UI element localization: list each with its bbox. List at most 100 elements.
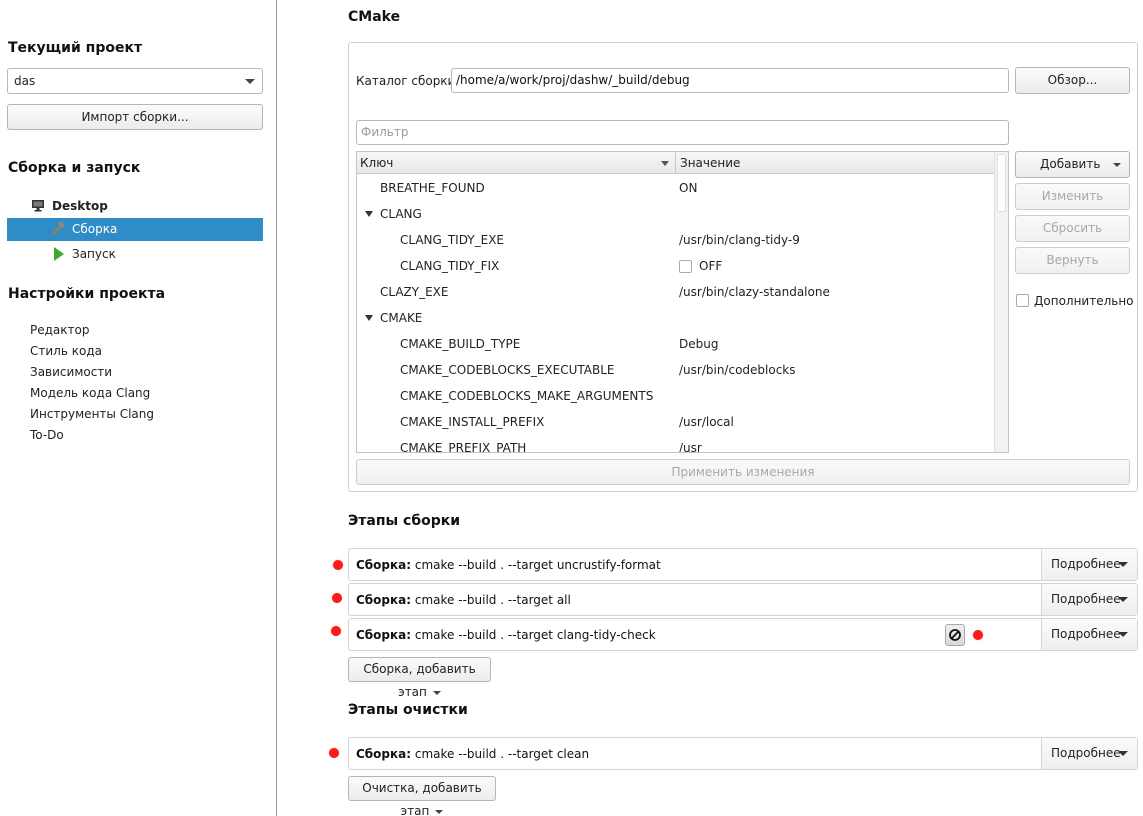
add-button[interactable]: Добавить [1015, 151, 1130, 178]
build-run-heading: Сборка и запуск [8, 160, 141, 176]
step-command: cmake --build . --target uncrustify-form… [414, 558, 661, 572]
build-step[interactable]: Сборка: cmake --build . --target clang-t… [348, 618, 1138, 651]
step-prefix: Сборка: [356, 593, 412, 607]
row-key: BREATHE_FOUND [380, 181, 485, 195]
breakpoint-marker-icon [973, 630, 983, 640]
monitor-icon [32, 200, 44, 212]
chevron-down-icon [1118, 597, 1128, 602]
nav-link-todo[interactable]: To-Do [30, 428, 64, 442]
tree-header: Ключ Значение [357, 152, 995, 174]
edit-button[interactable]: Изменить [1015, 183, 1130, 210]
sidebar-item-run[interactable]: Запуск [7, 243, 263, 266]
row-key: CLAZY_EXE [380, 285, 449, 299]
nav-link-code-style[interactable]: Стиль кода [30, 344, 102, 358]
expand-caret-icon[interactable] [365, 315, 373, 321]
desktop-kit[interactable]: Desktop [7, 195, 263, 218]
add-build-step-button[interactable]: Сборка, добавить этап [348, 657, 491, 699]
build-dir-input[interactable]: /home/a/work/proj/dashw/_build/debug [451, 68, 1009, 93]
desktop-label: Desktop [52, 199, 108, 213]
build-step-summary: Сборка: cmake --build . --target clang-t… [356, 628, 656, 642]
step-command: cmake --build . --target clang-tidy-chec… [414, 628, 656, 642]
details-label: Подробнее [1051, 627, 1121, 641]
reset-button[interactable]: Сбросить [1015, 215, 1130, 242]
row-value: Debug [679, 337, 719, 351]
table-row-group[interactable]: CLANG [357, 201, 995, 227]
bool-checkbox[interactable] [679, 260, 692, 273]
apply-changes-button[interactable]: Применить изменения [356, 459, 1130, 485]
sidebar-item-build[interactable]: Сборка [7, 218, 263, 241]
chevron-down-icon [1118, 562, 1128, 567]
table-row[interactable]: CLANG_TIDY_FIX OFF [357, 253, 995, 279]
project-settings-heading: Настройки проекта [8, 286, 166, 302]
build-steps-title: Этапы сборки [348, 513, 461, 529]
expand-caret-icon[interactable] [365, 211, 373, 217]
breakpoint-marker-icon [329, 748, 339, 758]
row-key: CMAKE_CODEBLOCKS_EXECUTABLE [400, 363, 615, 377]
details-label: Подробнее [1051, 592, 1121, 606]
chevron-down-icon [1118, 751, 1128, 756]
scrollbar-thumb[interactable] [997, 154, 1006, 212]
build-step[interactable]: Сборка: cmake --build . --target all Под… [348, 583, 1138, 616]
row-key: CLANG_TIDY_EXE [400, 233, 504, 247]
nav-link-editor[interactable]: Редактор [30, 323, 89, 337]
step-prefix: Сборка: [356, 747, 412, 761]
revert-button[interactable]: Вернуть [1015, 247, 1130, 274]
browse-button[interactable]: Обзор... [1015, 67, 1130, 94]
table-row[interactable]: CMAKE_INSTALL_PREFIX /usr/local [357, 409, 995, 435]
row-key: CMAKE_BUILD_TYPE [400, 337, 521, 351]
advanced-checkbox[interactable] [1016, 294, 1029, 307]
details-button[interactable]: Подробнее [1041, 584, 1137, 615]
sort-arrow-icon [661, 161, 669, 166]
table-row[interactable]: CLAZY_EXE /usr/bin/clazy-standalone [357, 279, 995, 305]
table-row[interactable]: CMAKE_PREFIX_PATH /usr [357, 435, 995, 452]
nav-link-clang-code-model[interactable]: Модель кода Clang [30, 386, 150, 400]
row-key: CMAKE [380, 311, 423, 325]
tree-scrollbar[interactable] [994, 152, 1008, 452]
clean-step[interactable]: Сборка: cmake --build . --target clean П… [348, 737, 1138, 770]
build-dir-label: Каталог сборки: [356, 74, 460, 88]
sidebar-item-run-label: Запуск [72, 247, 116, 261]
import-build-button[interactable]: Импорт сборки... [7, 104, 263, 130]
table-row-group[interactable]: CMAKE [357, 305, 995, 331]
breakpoint-marker-icon [333, 560, 343, 570]
clean-steps-title: Этапы очистки [348, 702, 468, 718]
row-value: /usr/bin/codeblocks [679, 363, 796, 377]
sidebar: Текущий проект das Импорт сборки... Сбор… [0, 0, 277, 816]
details-button[interactable]: Подробнее [1041, 619, 1137, 650]
row-value: ON [679, 181, 698, 195]
step-command: cmake --build . --target all [414, 593, 571, 607]
column-header-key[interactable]: Ключ [357, 152, 676, 174]
details-button[interactable]: Подробнее [1041, 549, 1137, 580]
table-row[interactable]: CMAKE_CODEBLOCKS_MAKE_ARGUMENTS [357, 383, 995, 409]
add-build-step-label: Сборка, добавить этап [363, 662, 476, 699]
table-row[interactable]: CLANG_TIDY_EXE /usr/bin/clang-tidy-9 [357, 227, 995, 253]
disable-step-button[interactable] [945, 624, 965, 646]
column-key-label: Ключ [360, 156, 394, 170]
chevron-down-icon [435, 809, 444, 814]
add-clean-step-button[interactable]: Очистка, добавить этап [348, 776, 496, 816]
play-icon [54, 247, 64, 261]
row-value: OFF [699, 259, 723, 273]
details-button[interactable]: Подробнее [1041, 738, 1137, 769]
breakpoint-marker-icon [332, 593, 342, 603]
cmake-config-tree[interactable]: Ключ Значение BREATHE_FOUND ON CLANG CLA… [356, 151, 1009, 453]
step-prefix: Сборка: [356, 628, 412, 642]
row-key: CLANG [380, 207, 422, 221]
details-label: Подробнее [1051, 746, 1121, 760]
filter-input[interactable]: Фильтр [356, 120, 1009, 145]
step-command: cmake --build . --target clean [414, 747, 590, 761]
table-row[interactable]: CMAKE_CODEBLOCKS_EXECUTABLE /usr/bin/cod… [357, 357, 995, 383]
details-label: Подробнее [1051, 557, 1121, 571]
nav-link-dependencies[interactable]: Зависимости [30, 365, 112, 379]
project-combo-value: das [14, 74, 36, 88]
table-row[interactable]: BREATHE_FOUND ON [357, 175, 995, 201]
disable-icon [949, 629, 961, 641]
row-key: CLANG_TIDY_FIX [400, 259, 500, 273]
project-combo[interactable]: das [7, 68, 263, 94]
row-value: /usr/local [679, 415, 734, 429]
build-step[interactable]: Сборка: cmake --build . --target uncrust… [348, 548, 1138, 581]
table-row[interactable]: CMAKE_BUILD_TYPE Debug [357, 331, 995, 357]
nav-link-clang-tools[interactable]: Инструменты Clang [30, 407, 154, 421]
column-header-value[interactable]: Значение [677, 152, 995, 174]
row-value: /usr/bin/clazy-standalone [679, 285, 830, 299]
